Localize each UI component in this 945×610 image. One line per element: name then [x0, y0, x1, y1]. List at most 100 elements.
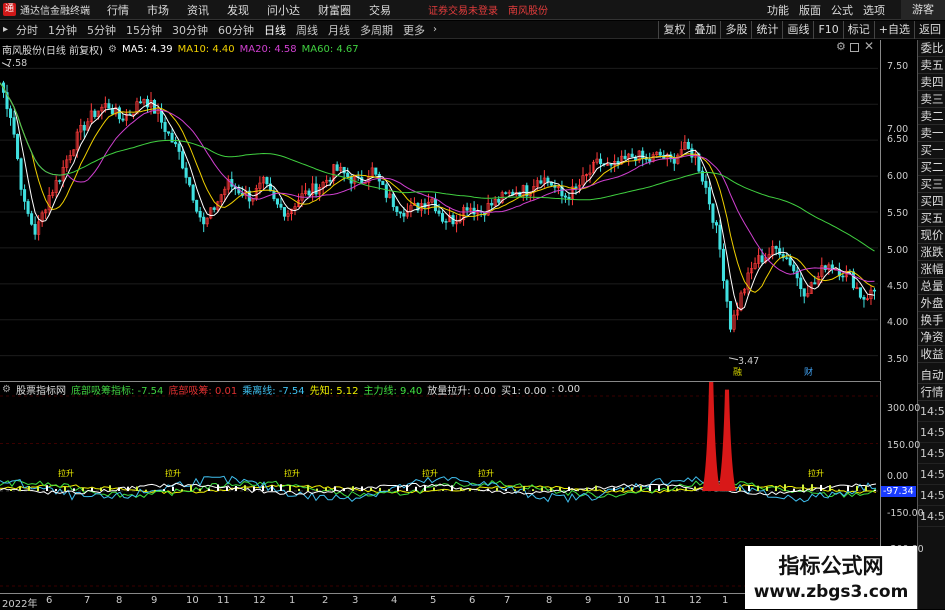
- draw-line-button[interactable]: 画线: [782, 21, 813, 39]
- period-5min[interactable]: 5分钟: [82, 22, 121, 38]
- menu-ask[interactable]: 问小达: [267, 2, 300, 18]
- menu-function[interactable]: 功能: [767, 2, 789, 18]
- settings-icon[interactable]: ⚙: [108, 44, 117, 55]
- close-icon[interactable]: ✕: [864, 39, 874, 53]
- side-tab-quotes[interactable]: 行情: [918, 384, 945, 401]
- candle-body: [858, 287, 862, 298]
- period-60min[interactable]: 60分钟: [213, 22, 259, 38]
- indicator-item: 先知: 5.12: [309, 386, 359, 397]
- time-axis-label: 8: [546, 595, 553, 606]
- candle-body: [184, 167, 188, 178]
- menu-options[interactable]: 选项: [863, 2, 885, 18]
- low-marker: [728, 357, 739, 361]
- candle-body: [391, 193, 395, 208]
- side-tab-sell4[interactable]: 卖四: [918, 74, 945, 91]
- side-tab-ratio[interactable]: 委比: [918, 40, 945, 57]
- menu-wealth[interactable]: 财富圈: [318, 2, 351, 18]
- side-tab-auto[interactable]: 自动: [918, 367, 945, 384]
- side-tab-volume[interactable]: 总量: [918, 278, 945, 295]
- side-tab-sell1[interactable]: 卖一: [918, 125, 945, 142]
- settings-icon[interactable]: ⚙: [2, 384, 11, 395]
- period-more[interactable]: 更多: [398, 22, 430, 38]
- indicator-bar: [604, 489, 606, 491]
- tick-time: 14:5: [918, 422, 945, 443]
- add-favorite-button[interactable]: +自选: [873, 21, 914, 39]
- period-monthly[interactable]: 月线: [323, 22, 355, 38]
- period-daily[interactable]: 日线: [259, 22, 291, 38]
- indicator-bar: [829, 485, 831, 491]
- guest-login-button[interactable]: 游客: [901, 0, 945, 20]
- candle-body: [19, 158, 23, 190]
- restore-icon[interactable]: [850, 43, 859, 52]
- side-tab-sell5[interactable]: 卖五: [918, 57, 945, 74]
- indicator-bar: [496, 487, 498, 491]
- back-button[interactable]: 返回: [914, 21, 945, 39]
- menu-formula[interactable]: 公式: [831, 2, 853, 18]
- side-tab-buy1[interactable]: 买一: [918, 142, 945, 159]
- price-tick: 7.50: [887, 61, 909, 72]
- side-tab-netasset[interactable]: 净资: [918, 329, 945, 346]
- indicator-legend: ⚙ 股票指标网 底部吸筹指标: -7.54 底部吸筹: 0.01 乘离线: -7…: [2, 382, 585, 397]
- candle-body: [774, 246, 778, 249]
- menu-trade[interactable]: 交易: [369, 2, 391, 18]
- indicator-bar: [244, 485, 246, 491]
- side-tab-buy3[interactable]: 买三: [918, 176, 945, 193]
- tick-time: 14:5: [918, 443, 945, 464]
- app-logo[interactable]: 通 通达信金融终端: [0, 2, 98, 17]
- period-1min[interactable]: 1分钟: [43, 22, 82, 38]
- side-tab-outer[interactable]: 外盘: [918, 295, 945, 312]
- period-weekly[interactable]: 周线: [291, 22, 323, 38]
- candle-body: [440, 213, 445, 222]
- menu-discover[interactable]: 发现: [227, 2, 249, 18]
- multi-stock-button[interactable]: 多股: [720, 21, 751, 39]
- indicator-bar: [46, 485, 48, 491]
- side-tab-buy4[interactable]: 买四: [918, 193, 945, 210]
- period-15min[interactable]: 15分钟: [121, 22, 167, 38]
- period-minute[interactable]: 分时: [11, 22, 43, 38]
- menu-quotes[interactable]: 行情: [107, 2, 129, 18]
- side-tab-sell3[interactable]: 卖三: [918, 91, 945, 108]
- login-notice[interactable]: 证券交易未登录: [428, 2, 498, 17]
- indicator-bar: [262, 485, 264, 491]
- candle-body: [504, 192, 508, 194]
- menu-layout[interactable]: 版面: [799, 2, 821, 18]
- right-menu: 功能 版面 公式 选项: [757, 2, 885, 18]
- statistics-button[interactable]: 统计: [751, 21, 782, 39]
- period-multi[interactable]: 多周期: [355, 22, 398, 38]
- period-30min[interactable]: 30分钟: [167, 22, 213, 38]
- indicator-name[interactable]: 股票指标网: [16, 382, 66, 397]
- finance-marker[interactable]: 财: [804, 365, 813, 378]
- main-kline-chart[interactable]: 南风股份(日线 前复权) ⚙ MA5: 4.39 MA10: 4.40 MA20…: [0, 39, 880, 380]
- restore-right-button[interactable]: 复权: [658, 21, 689, 39]
- indicator-bar: [145, 489, 147, 491]
- menu-market[interactable]: 市场: [147, 2, 169, 18]
- candle-body: [33, 224, 37, 235]
- side-tab-sell2[interactable]: 卖二: [918, 108, 945, 125]
- mark-button[interactable]: 标记: [842, 21, 874, 39]
- side-tab-price[interactable]: 现价: [918, 227, 945, 244]
- play-icon[interactable]: ▸: [3, 24, 8, 35]
- margin-marker[interactable]: 融: [733, 365, 742, 378]
- candle-body: [686, 141, 690, 149]
- side-tab-earnings[interactable]: 收益: [918, 346, 945, 363]
- ma-line-60: [0, 82, 875, 252]
- ma-legend: 南风股份(日线 前复权) ⚙ MA5: 4.39 MA10: 4.40 MA20…: [2, 42, 364, 57]
- side-tab-buy2[interactable]: 买二: [918, 159, 945, 176]
- settings-gear-icon[interactable]: ⚙: [836, 40, 846, 53]
- candle-body: [630, 153, 634, 158]
- accumulation-peak: [717, 389, 736, 491]
- indicator-line: [0, 479, 877, 499]
- quote-side-panel: 委比 卖五 卖四 卖三 卖二 卖一 买一 买二 买三 买四 买五 现价 涨跌 涨…: [917, 40, 945, 609]
- side-tab-turnover[interactable]: 换手: [918, 312, 945, 329]
- indicator-bar: [460, 487, 462, 491]
- candle-body: [335, 164, 339, 171]
- side-tab-buy5[interactable]: 买五: [918, 210, 945, 227]
- menu-news[interactable]: 资讯: [187, 2, 209, 18]
- tick-time: 14:5: [918, 464, 945, 485]
- f10-button[interactable]: F10: [813, 21, 842, 39]
- chevron-right-icon[interactable]: ›: [433, 24, 437, 35]
- candle-body: [12, 117, 16, 135]
- overlay-button[interactable]: 叠加: [689, 21, 720, 39]
- side-tab-pct[interactable]: 涨幅: [918, 261, 945, 278]
- side-tab-change[interactable]: 涨跌: [918, 244, 945, 261]
